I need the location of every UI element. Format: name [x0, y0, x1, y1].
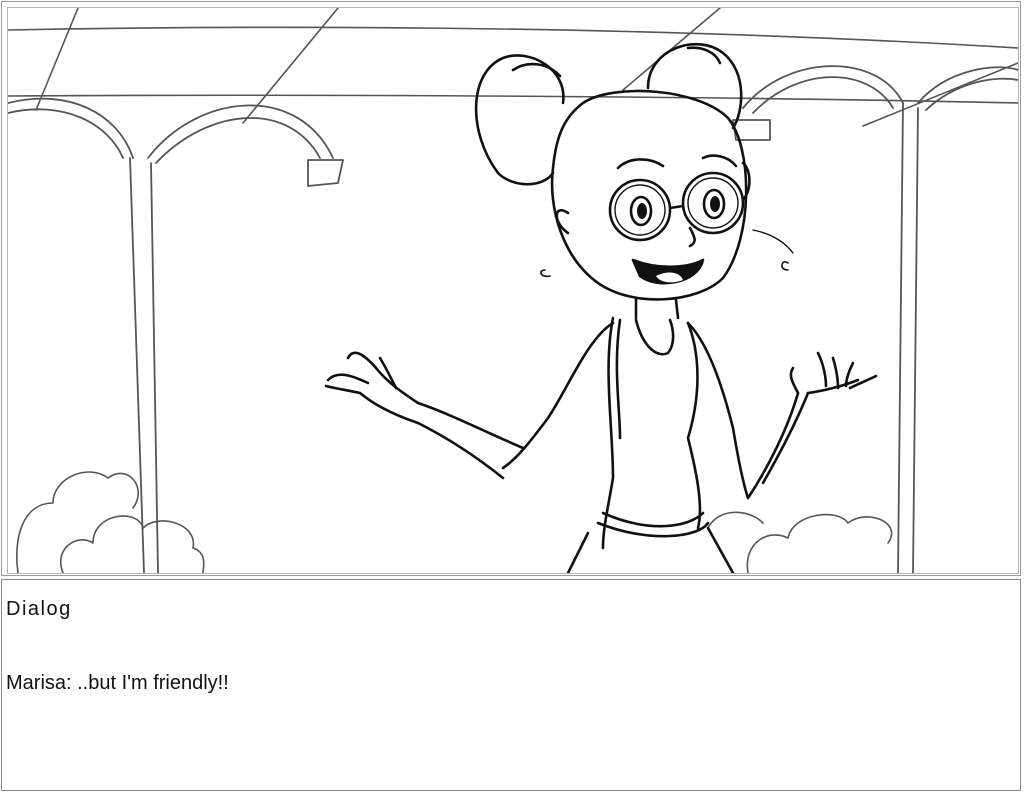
storyboard-panel [1, 1, 1021, 576]
left-arches [8, 97, 344, 573]
dialog-caption-box: Dialog Marisa: ..but I'm friendly!! [1, 579, 1021, 791]
dialog-heading: Dialog [6, 598, 72, 620]
right-arches [732, 65, 1018, 573]
bushes [15, 471, 893, 573]
sketch-illustration-icon [8, 8, 1018, 573]
character-marisa [324, 42, 878, 573]
ceiling-lines [8, 8, 1018, 127]
storyboard-page: Dialog Marisa: ..but I'm friendly!! [0, 0, 1024, 793]
panel-illustration [7, 7, 1019, 574]
dialog-line: Marisa: ..but I'm friendly!! [6, 672, 229, 694]
